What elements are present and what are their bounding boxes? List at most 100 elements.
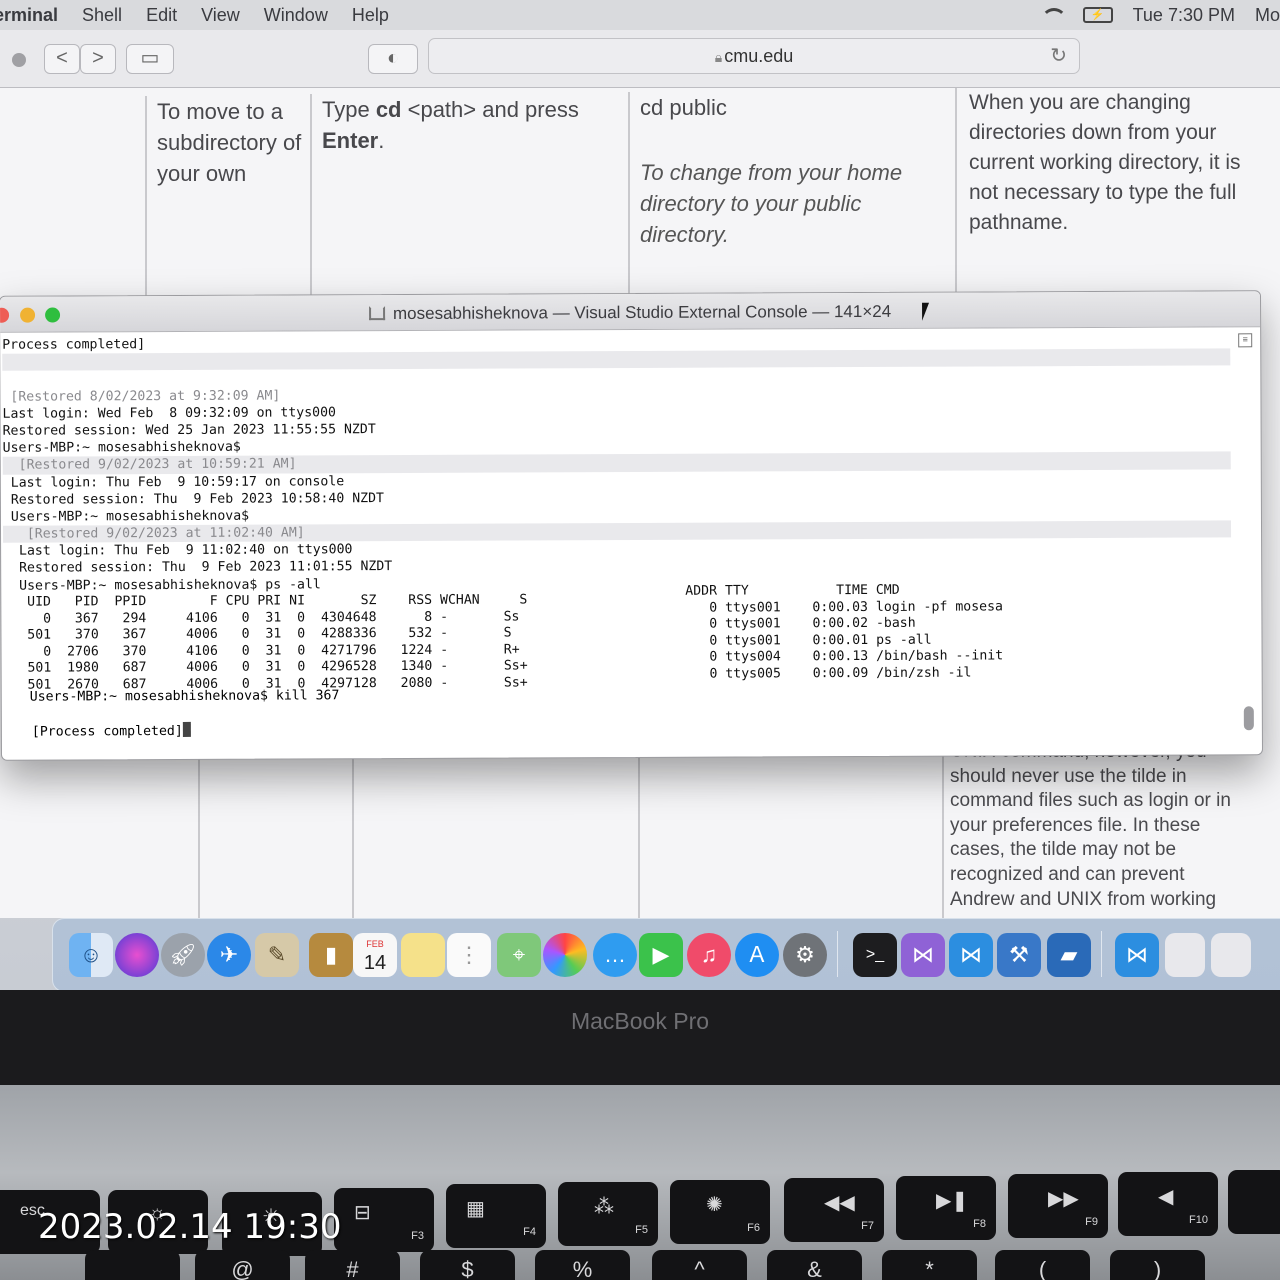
cell-instruction-key: Enter (322, 128, 379, 153)
system-preferences-icon[interactable]: ⚙ (783, 933, 827, 977)
cell-instruction-end: . (378, 128, 385, 153)
cell-instruction-prefix: Type (322, 97, 376, 122)
terminal-marks-icon[interactable]: ≡ (1238, 333, 1253, 348)
reload-icon[interactable]: ↻ (1050, 39, 1067, 73)
minimized-window-icon[interactable] (1211, 933, 1251, 977)
f7-key: ◀◀ F7 (784, 1178, 884, 1242)
key-9: ( (995, 1250, 1090, 1280)
launchpad-key-icon: ▦ (466, 1198, 485, 1220)
url-text: cmu.edu (724, 46, 794, 66)
music-icon[interactable]: ♫ (687, 933, 731, 977)
menu-app-name[interactable]: erminal (0, 5, 58, 26)
launchpad-icon[interactable]: 🚀︎ (161, 933, 205, 977)
contacts-icon[interactable]: ▮ (309, 933, 353, 977)
notes-icon[interactable] (401, 933, 445, 977)
key-7: & (767, 1250, 862, 1280)
terminal-title: mosesabhisheknova — Visual Studio Extern… (392, 301, 892, 324)
f7-label: F7 (861, 1220, 874, 1232)
kill-command-line: Users-MBP:~ mosesabhisheknova$ kill 367 (29, 688, 340, 705)
key-4: $ (420, 1250, 515, 1280)
xcode-icon[interactable]: ⚒ (997, 933, 1041, 977)
window-control-icon[interactable] (12, 53, 26, 67)
cell-example-command: cd public (640, 95, 727, 120)
instruments-icon[interactable]: ▰ (1047, 933, 1091, 977)
menu-window[interactable]: Window (264, 5, 328, 26)
cell-note-text: When you are changing directories down f… (969, 91, 1241, 234)
cell-instruction-cmd: cd (375, 97, 402, 122)
ps-output-right: ADDR TTY TIME CMD 0 ttys001 0:00.03 logi… (685, 582, 1004, 682)
table-cell-note: When you are changing directories down f… (955, 88, 1255, 303)
facetime-icon[interactable]: ▶ (639, 933, 683, 977)
f4-label: F4 (523, 1226, 536, 1238)
table-cell-purpose: To move to a subdirectory of your own (145, 96, 310, 316)
battery-icon[interactable]: ⚡ (1082, 7, 1113, 23)
key-6: ^ (652, 1250, 747, 1280)
terminal-output[interactable]: Process completed] [Restored 8/02/2023 a… (2, 331, 1232, 594)
calendar-icon[interactable]: FEB 14 (353, 933, 397, 977)
table-divider (942, 748, 944, 918)
menu-edit[interactable]: Edit (146, 5, 177, 26)
f3-key: ⊟ F3 (334, 1188, 434, 1252)
table-divider (198, 748, 200, 918)
messages-icon[interactable]: … (593, 933, 637, 977)
f5-key: ⁂ F5 (558, 1182, 658, 1246)
menu-clock[interactable]: Tue 7:30 PM (1133, 5, 1235, 26)
cell-instruction-mid: <path> and press (401, 97, 579, 122)
table-divider (638, 748, 640, 918)
reminders-icon[interactable]: ⋮ (447, 933, 491, 977)
cell-purpose-text: To move to a subdirectory of your own (157, 99, 302, 186)
safari-icon[interactable]: ✈︎ (207, 933, 251, 977)
privacy-shield-icon[interactable]: ◐ (368, 44, 418, 74)
f10-key: ◀ F10 (1118, 1172, 1218, 1236)
vscode-minimized-icon[interactable]: ⋈ (1115, 933, 1159, 977)
mouse-pointer-icon (922, 302, 930, 321)
f4-key: ▦ F4 (446, 1184, 546, 1248)
calendar-day: 14 (363, 952, 387, 974)
address-bar[interactable]: 🔒︎ cmu.edu ↻ (428, 38, 1080, 74)
table-cell-example: cd public To change from your home direc… (628, 92, 956, 312)
maps-icon[interactable]: ⌖ (497, 933, 541, 977)
process-completed-line: [Process completed] (32, 721, 191, 740)
app-store-icon[interactable]: Ａ (735, 933, 779, 977)
menu-shell[interactable]: Shell (82, 5, 122, 26)
sidebar-toggle-icon[interactable]: ▭ (126, 44, 174, 74)
menu-view[interactable]: View (201, 5, 240, 26)
menu-help[interactable]: Help (352, 5, 389, 26)
menu-user[interactable]: Mo (1255, 5, 1280, 26)
f8-label: F8 (973, 1218, 986, 1230)
back-button[interactable]: < (44, 44, 80, 74)
key-5: % (535, 1250, 630, 1280)
zoom-icon[interactable] (45, 307, 61, 323)
home-folder-icon (368, 306, 386, 321)
minimize-icon[interactable] (20, 307, 36, 323)
siri-icon[interactable] (115, 933, 159, 977)
finder-icon[interactable]: ☺ (69, 933, 113, 977)
wifi-icon[interactable] (1039, 6, 1067, 24)
kbd-light-down-icon: ⁂ (594, 1196, 614, 1218)
text-cursor (182, 721, 191, 737)
photos-icon[interactable] (543, 933, 587, 977)
dock-divider (1101, 931, 1102, 977)
terminal-icon[interactable]: >_ (853, 933, 897, 977)
browser-toolbar: < > ▭ ◐ 🔒︎ cmu.edu ↻ (0, 30, 1280, 88)
close-icon[interactable] (0, 307, 10, 323)
tilde-warning-text: UNIX command, however, you should never … (950, 741, 1231, 910)
table-cell-instruction: Type cd <path> and press Enter. (310, 94, 630, 314)
forward-button[interactable]: > (80, 44, 116, 74)
terminal-scrollbar[interactable] (1243, 706, 1254, 731)
preview-icon[interactable]: ✎ (255, 933, 299, 977)
mute-icon: ◀ (1158, 1186, 1174, 1208)
terminal-window[interactable]: mosesabhisheknova — Visual Studio Extern… (0, 290, 1264, 761)
table-divider (352, 748, 354, 918)
f6-key: ✺ F6 (670, 1180, 770, 1244)
screen: erminal Shell Edit View Window Help ⚡ Tu… (0, 0, 1280, 990)
minimized-window-icon[interactable] (1165, 933, 1205, 977)
terminal-titlebar[interactable]: mosesabhisheknova — Visual Studio Extern… (0, 291, 1261, 333)
visual-studio-icon[interactable]: ⋈ (901, 933, 945, 977)
laptop-bezel: MacBook Pro (0, 990, 1280, 1090)
key-1 (85, 1250, 180, 1280)
vscode-icon[interactable]: ⋈ (949, 933, 993, 977)
mission-control-icon: ⊟ (354, 1202, 371, 1224)
ps-output-left: UID PID PPID F CPU PRI NI SZ RSS WCHAN S… (3, 592, 528, 693)
key-3: # (305, 1250, 400, 1280)
